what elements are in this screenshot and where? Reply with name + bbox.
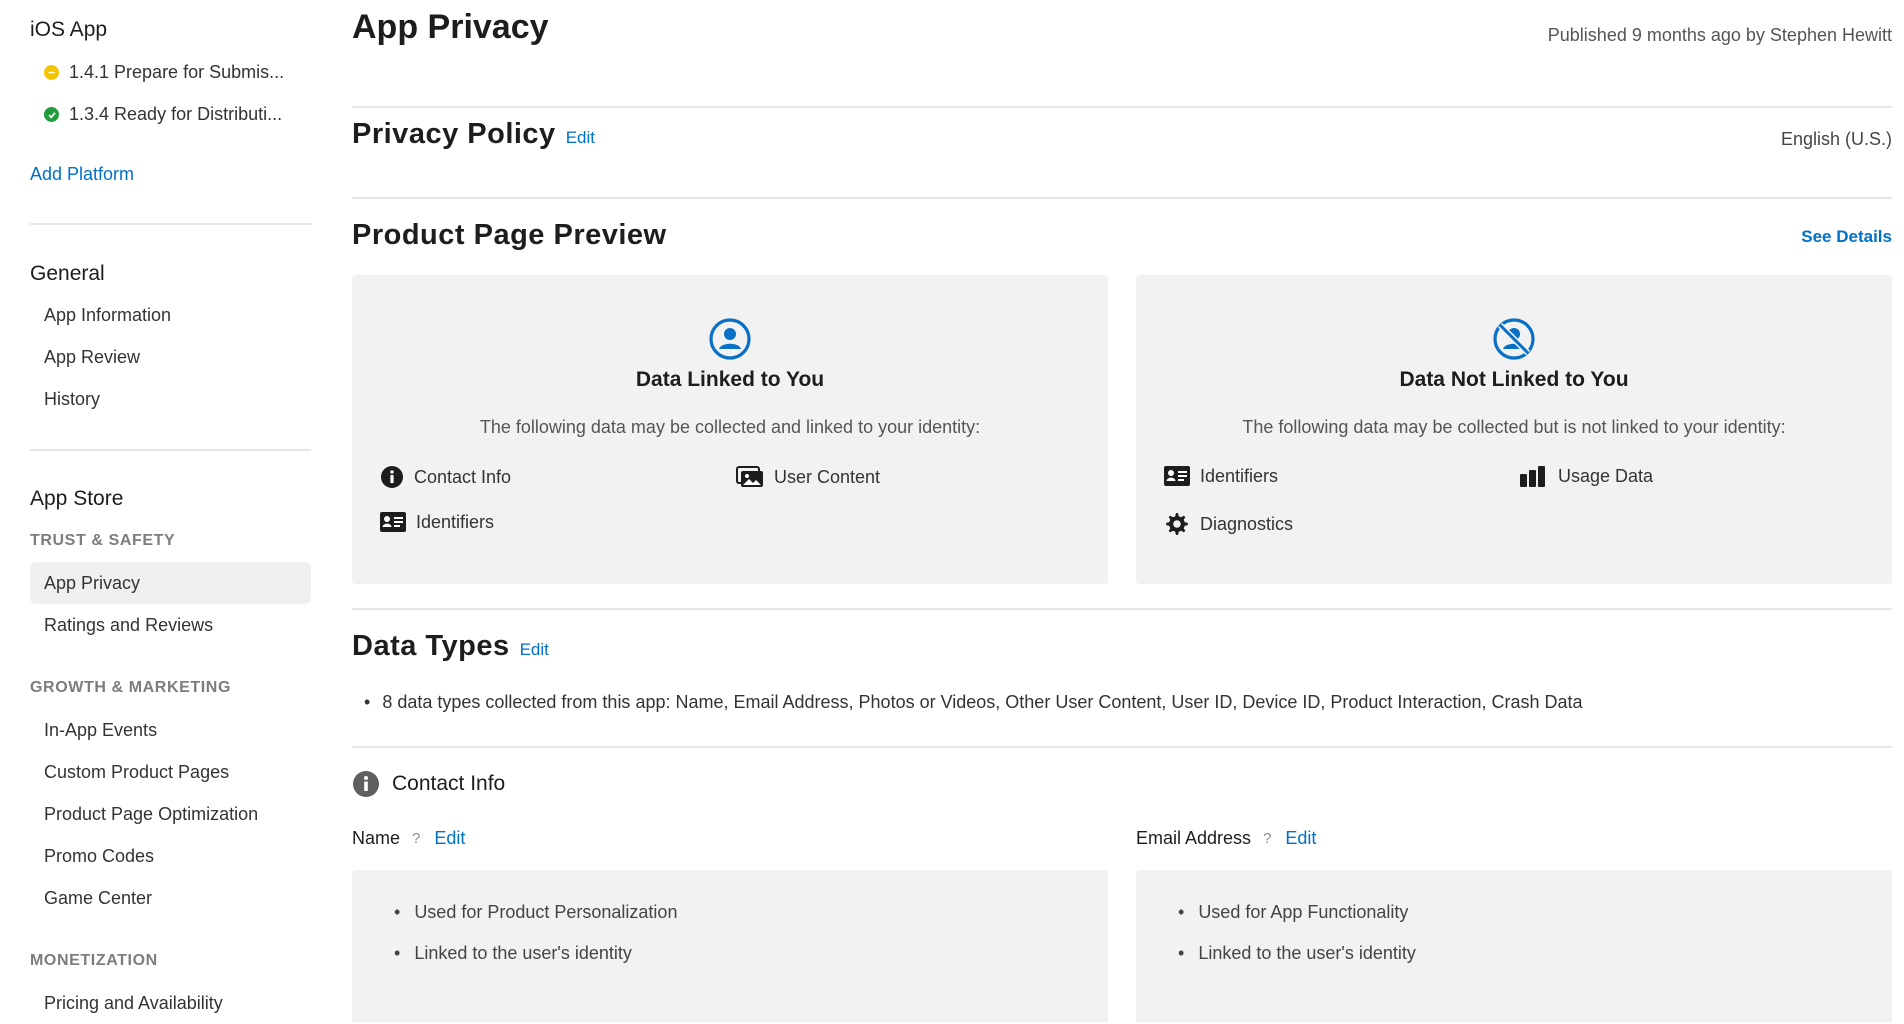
data-not-linked-card: Data Not Linked to You The following dat… <box>1136 275 1892 584</box>
field-name-label-row: Name ? Edit <box>352 828 465 849</box>
sidebar-heading-app-store: App Store <box>30 487 124 510</box>
sidebar-item-app-review[interactable]: App Review <box>30 336 311 378</box>
data-linked-description: The following data may be collected and … <box>479 417 981 437</box>
not-linked-item-label: Usage Data <box>1558 465 1654 486</box>
version-label: 1.4.1 Prepare for Submis... <box>69 62 285 82</box>
sidebar-item-promo-codes[interactable]: Promo Codes <box>30 835 311 877</box>
data-types-title: Data Types <box>352 630 510 662</box>
linked-item-label: Identifiers <box>416 511 495 532</box>
see-details-link[interactable]: See Details <box>1801 227 1892 247</box>
data-types-heading: Data Types Edit <box>352 630 549 663</box>
sidebar-item-pricing-and-availability[interactable]: Pricing and Availability <box>30 982 311 1024</box>
field-name-edit-link[interactable]: Edit <box>434 828 465 849</box>
section-divider <box>352 106 1892 108</box>
add-platform-link[interactable]: Add Platform <box>30 164 134 185</box>
sidebar-item-ratings-and-reviews[interactable]: Ratings and Reviews <box>30 604 311 646</box>
not-linked-item-identifiers: Identifiers <box>1164 465 1278 487</box>
status-check-icon <box>44 107 59 122</box>
sidebar-divider <box>30 449 311 451</box>
platform-title: iOS App <box>30 18 108 41</box>
linked-item-identifiers: Identifiers <box>380 511 494 533</box>
field-email-label: Email Address <box>1136 828 1252 848</box>
sidebar-section-trust-safety: TRUST & SAFETY <box>30 532 176 549</box>
usage-item: Linked to the user's identity <box>1178 943 1416 964</box>
sidebar-section-monetization: MONETIZATION <box>30 952 158 969</box>
not-linked-item-usage-data: Usage Data <box>1520 465 1653 487</box>
sidebar-item-game-center[interactable]: Game Center <box>30 877 311 919</box>
section-divider <box>352 608 1892 610</box>
field-name-label: Name <box>352 828 401 848</box>
photos-icon <box>736 466 763 487</box>
linked-item-contact-info: Contact Info <box>380 465 511 489</box>
email-usage-card: Used for App Functionality Linked to the… <box>1136 870 1892 1022</box>
version-label: 1.3.4 Ready for Distributi... <box>69 104 283 124</box>
linked-item-label: Contact Info <box>414 466 512 487</box>
usage-item: Used for Product Personalization <box>394 902 677 923</box>
id-card-icon <box>1164 466 1190 486</box>
sidebar-section-growth-marketing: GROWTH & MARKETING <box>30 679 232 696</box>
contact-info-heading: Contact Info <box>352 770 505 798</box>
field-email-label-row: Email Address ? Edit <box>1136 828 1316 849</box>
not-linked-item-label: Diagnostics <box>1200 513 1294 534</box>
sidebar-item-history[interactable]: History <box>30 378 311 420</box>
version-item-1-3-4[interactable]: 1.3.4 Ready for Distributi... <box>44 104 282 125</box>
sidebar-heading-general: General <box>30 262 105 285</box>
sidebar-divider <box>30 223 311 225</box>
data-linked-title: Data Linked to You <box>635 368 825 391</box>
linked-item-label: User Content <box>774 466 881 487</box>
sidebar-item-custom-product-pages[interactable]: Custom Product Pages <box>30 751 311 793</box>
bar-chart-icon <box>1520 466 1545 487</box>
status-warning-icon <box>44 65 59 80</box>
sidebar-item-in-app-events[interactable]: In-App Events <box>30 709 311 751</box>
help-icon[interactable]: ? <box>412 830 420 847</box>
not-linked-item-diagnostics: Diagnostics <box>1164 511 1293 537</box>
person-slash-icon <box>1493 318 1535 360</box>
info-circle-icon <box>381 466 403 488</box>
section-divider <box>352 746 1892 748</box>
linked-item-user-content: User Content <box>736 465 880 489</box>
field-email-edit-link[interactable]: Edit <box>1285 828 1316 849</box>
sidebar-item-product-page-optimization[interactable]: Product Page Optimization <box>30 793 311 835</box>
data-types-edit-link[interactable]: Edit <box>520 640 549 659</box>
privacy-policy-language[interactable]: English (U.S.) <box>1781 129 1892 150</box>
sidebar-item-app-privacy[interactable]: App Privacy <box>30 562 311 604</box>
published-info: Published 9 months ago by Stephen Hewitt <box>1547 25 1892 45</box>
usage-item: Linked to the user's identity <box>394 943 632 964</box>
privacy-policy-edit-link[interactable]: Edit <box>566 128 595 147</box>
not-linked-item-label: Identifiers <box>1200 465 1279 486</box>
name-usage-card: Used for Product Personalization Linked … <box>352 870 1108 1022</box>
contact-info-title: Contact Info <box>392 772 506 795</box>
privacy-policy-heading: Privacy Policy Edit <box>352 118 595 151</box>
help-icon[interactable]: ? <box>1263 830 1271 847</box>
page-title: App Privacy <box>352 8 549 46</box>
info-circle-icon <box>353 771 379 797</box>
privacy-policy-title: Privacy Policy <box>352 118 556 150</box>
sidebar-item-app-information[interactable]: App Information <box>30 294 311 336</box>
data-types-summary: 8 data types collected from this app: Na… <box>364 692 1582 713</box>
person-circle-icon <box>709 318 751 360</box>
data-not-linked-description: The following data may be collected but … <box>1242 417 1786 437</box>
product-page-preview-heading: Product Page Preview <box>352 219 667 251</box>
version-item-1-4-1[interactable]: 1.4.1 Prepare for Submis... <box>44 62 284 83</box>
id-card-icon <box>380 512 406 532</box>
gear-icon <box>1166 513 1188 535</box>
data-linked-card: Data Linked to You The following data ma… <box>352 275 1108 584</box>
usage-item: Used for App Functionality <box>1178 902 1408 923</box>
section-divider <box>352 197 1892 199</box>
data-not-linked-title: Data Not Linked to You <box>1399 368 1629 391</box>
